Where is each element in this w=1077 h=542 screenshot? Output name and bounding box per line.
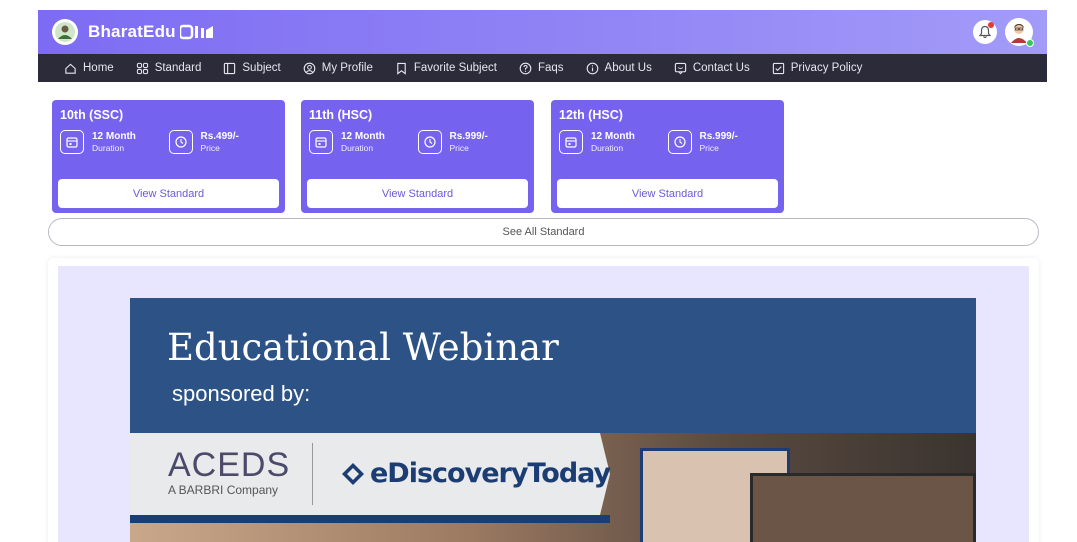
price-label: Price — [449, 142, 469, 153]
duration-value: 12 Month — [341, 130, 385, 142]
standard-title: 11th (HSC) — [309, 108, 373, 122]
sponsor-band — [130, 515, 610, 523]
clock-icon — [667, 130, 692, 154]
banner-background: Educational Webinar sponsored by: ACEDS … — [58, 266, 1029, 542]
aceds-logo: ACEDS — [168, 446, 291, 484]
nav-label: Favorite Subject — [413, 62, 497, 74]
duration-value: 12 Month — [92, 130, 136, 142]
nav-label: Contact Us — [692, 62, 750, 74]
standard-card-10th: 10th (SSC) 12 Month Duration Rs.499/- Pric… — [52, 100, 285, 213]
nav-item-standard[interactable]: Standard — [136, 62, 202, 75]
nav-label: Subject — [242, 62, 281, 74]
price-meta: Rs.999/- Price — [417, 130, 527, 154]
brand-name[interactable]: BharatEdu — [88, 22, 176, 42]
aceds-tagline: A BARBRI Company — [168, 483, 279, 497]
standard-meta: 12 Month Duration Rs.999/- Price — [309, 130, 526, 154]
ediscovery-logo: eDiscoveryToday — [340, 458, 611, 489]
grid-icon — [136, 62, 148, 74]
webinar-banner-image[interactable]: Educational Webinar sponsored by: ACEDS … — [130, 298, 976, 542]
diamond-icon — [342, 462, 364, 485]
nav-label: Faqs — [537, 62, 564, 74]
price-label: Price — [200, 142, 220, 153]
main-nav: Home Standard Subject My Profile Favorit… — [38, 54, 1047, 82]
bookmark-icon — [397, 62, 406, 75]
info-icon — [586, 62, 598, 74]
nav-item-privacy-policy[interactable]: Privacy Policy — [772, 62, 863, 75]
duration-label: Duration — [92, 142, 125, 153]
duration-value: 12 Month — [591, 130, 635, 142]
nav-label: My Profile — [321, 62, 373, 74]
notification-dot — [988, 22, 994, 28]
nav-item-contact-us[interactable]: Contact Us — [674, 62, 750, 75]
nav-label: Home — [83, 62, 114, 74]
home-icon — [65, 63, 76, 74]
question-icon — [519, 62, 532, 74]
calendar-icon — [559, 130, 583, 154]
nav-item-about-us[interactable]: About Us — [586, 62, 652, 75]
price-value: Rs.999/- — [699, 130, 738, 142]
nav-item-home[interactable]: Home — [64, 62, 114, 75]
laptop-photo — [750, 473, 976, 542]
view-standard-button[interactable]: View Standard — [557, 179, 778, 208]
duration-meta: 12 Month Duration — [559, 130, 668, 154]
standard-meta: 12 Month Duration Rs.999/- Price — [559, 130, 776, 154]
view-standard-button[interactable]: View Standard — [307, 179, 528, 208]
nav-item-faqs[interactable]: Faqs — [519, 62, 564, 75]
price-value: Rs.999/- — [449, 130, 488, 142]
nav-label: Standard — [154, 62, 202, 74]
nav-label: About Us — [604, 62, 652, 74]
standard-card-11th: 11th (HSC) 12 Month Duration Rs.999/- Pric… — [301, 100, 534, 213]
clock-icon — [168, 130, 193, 154]
checklist-icon — [772, 62, 784, 74]
header-actions — [973, 18, 1034, 47]
sponsor-divider — [312, 443, 313, 505]
nav-label: Privacy Policy — [790, 62, 863, 74]
brand-mark-icon — [179, 24, 214, 40]
ediscovery-text: eDiscoveryToday — [370, 458, 611, 489]
user-avatar[interactable] — [1005, 18, 1034, 47]
book-icon — [224, 62, 236, 74]
price-value: Rs.499/- — [200, 130, 239, 142]
banner-subtitle: sponsored by: — [172, 381, 311, 406]
calendar-icon — [60, 130, 84, 154]
chat-icon — [674, 62, 687, 74]
standard-card-12th: 12th (HSC) 12 Month Duration Rs.999/- Pric… — [551, 100, 784, 213]
nav-item-favorite-subject[interactable]: Favorite Subject — [395, 62, 497, 75]
standard-meta: 12 Month Duration Rs.499/- Price — [60, 130, 277, 154]
price-meta: Rs.999/- Price — [667, 130, 777, 154]
nav-item-subject[interactable]: Subject — [223, 62, 281, 75]
page: BharatEdu Home Standard Subject My Profi… — [0, 0, 1077, 542]
duration-label: Duration — [591, 142, 624, 153]
online-status-dot — [1026, 39, 1034, 47]
duration-label: Duration — [341, 142, 374, 153]
clock-icon — [417, 130, 442, 154]
view-standard-button[interactable]: View Standard — [58, 179, 279, 208]
notification-bell-icon[interactable] — [973, 20, 997, 44]
top-header: BharatEdu — [38, 10, 1047, 54]
banner-section: Educational Webinar sponsored by: ACEDS … — [48, 258, 1039, 542]
banner-title: Educational Webinar — [167, 326, 559, 369]
nav-item-my-profile[interactable]: My Profile — [303, 62, 373, 75]
duration-meta: 12 Month Duration — [309, 130, 418, 154]
standard-title: 10th (SSC) — [60, 108, 124, 122]
logo-icon[interactable] — [52, 19, 78, 45]
see-all-standard-button[interactable]: See All Standard — [48, 218, 1039, 246]
price-meta: Rs.499/- Price — [168, 130, 278, 154]
standard-title: 12th (HSC) — [559, 108, 623, 122]
calendar-icon — [309, 130, 333, 154]
user-circle-icon — [303, 62, 316, 74]
duration-meta: 12 Month Duration — [60, 130, 169, 154]
price-label: Price — [699, 142, 719, 153]
